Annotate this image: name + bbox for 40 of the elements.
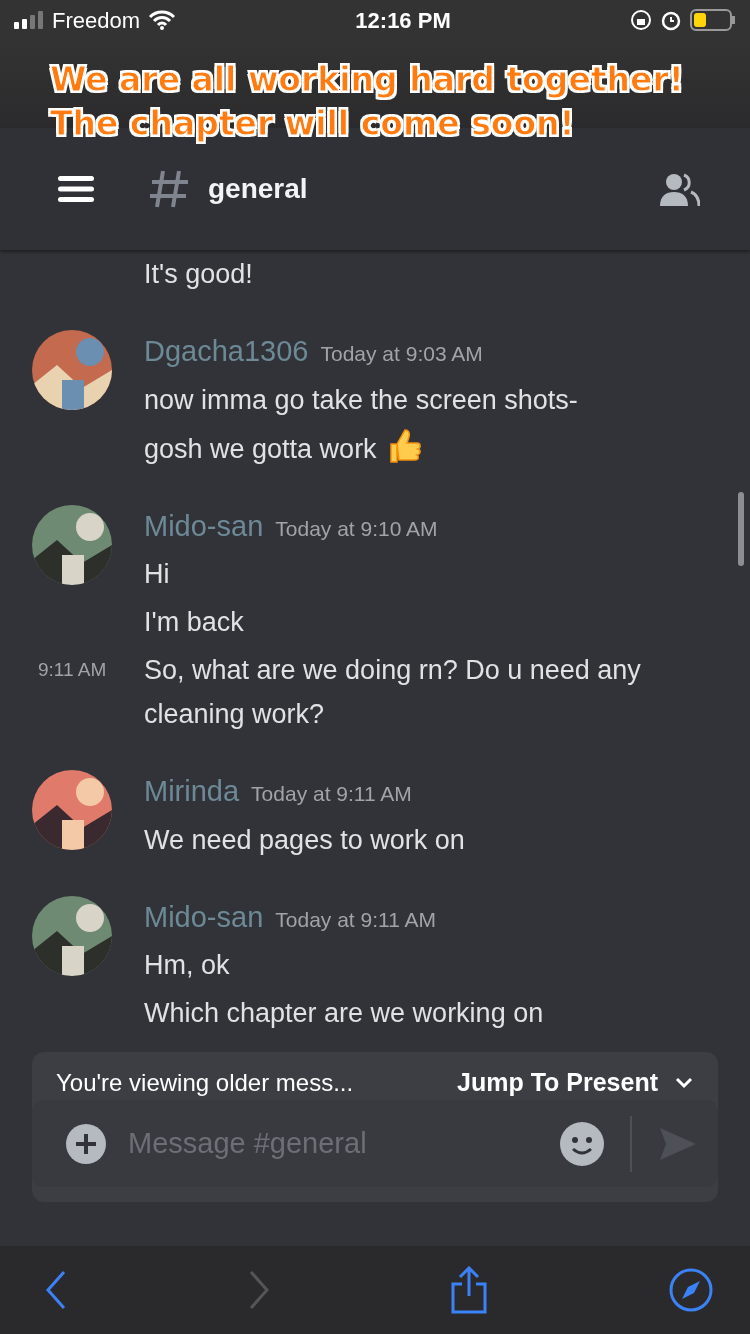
compass-icon[interactable]: [667, 1267, 714, 1313]
wifi-icon: [148, 10, 177, 30]
emoji-icon[interactable]: [560, 1121, 604, 1166]
message-text: We need pages to work on: [144, 824, 465, 855]
back-icon[interactable]: [44, 1270, 68, 1310]
scrollbar-thumb[interactable]: [738, 492, 744, 566]
message-timestamp: 9:11 AM: [38, 658, 107, 682]
message-text: It's good!: [144, 259, 253, 289]
message-text: So, what are we doing rn? Do u need any cleaning work?: [144, 655, 641, 729]
author-name[interactable]: Mido-san: [144, 895, 264, 939]
alarm-icon: [660, 9, 682, 31]
menu-icon[interactable]: [56, 174, 96, 204]
banner-text: You're viewing older mess...: [56, 1068, 354, 1098]
jump-to-present-button[interactable]: Jump To Present: [457, 1064, 694, 1102]
rotation-lock-icon: [630, 9, 652, 31]
add-icon[interactable]: [66, 1123, 106, 1164]
message-timestamp: Today at 9:03 AM: [320, 341, 483, 367]
message-timestamp: Today at 9:11 AM: [251, 781, 412, 807]
author-name[interactable]: Dgacha1306: [144, 330, 309, 374]
message-timestamp: Today at 9:11 AM: [275, 906, 436, 933]
members-icon[interactable]: [658, 172, 700, 206]
status-time: 12:16 PM: [355, 6, 451, 35]
message-text: I'm back: [144, 607, 244, 637]
battery-icon: [690, 9, 736, 31]
message-timestamp: Today at 9:10 AM: [275, 515, 438, 542]
message-text: Hi: [144, 559, 170, 589]
carrier-name: Freedom: [52, 6, 141, 35]
caption-text: We are all working hard together!: [50, 59, 684, 101]
channel-name: general: [208, 172, 308, 206]
hashtag-icon: [148, 169, 190, 209]
message-text: now imma go take the screen shots-: [144, 384, 578, 415]
message-text: Which chapter are we working on: [144, 998, 544, 1028]
signal-icon: [14, 11, 44, 29]
caption-text: The chapter will come soon!: [50, 103, 576, 145]
message-text: Hm, ok: [144, 950, 230, 980]
message-text: gosh we gotta work: [144, 433, 377, 464]
author-name[interactable]: Mido-san: [144, 504, 264, 548]
chevron-down-icon: [674, 1076, 694, 1090]
author-name[interactable]: Mirinda: [144, 770, 240, 814]
share-icon[interactable]: [449, 1266, 490, 1314]
